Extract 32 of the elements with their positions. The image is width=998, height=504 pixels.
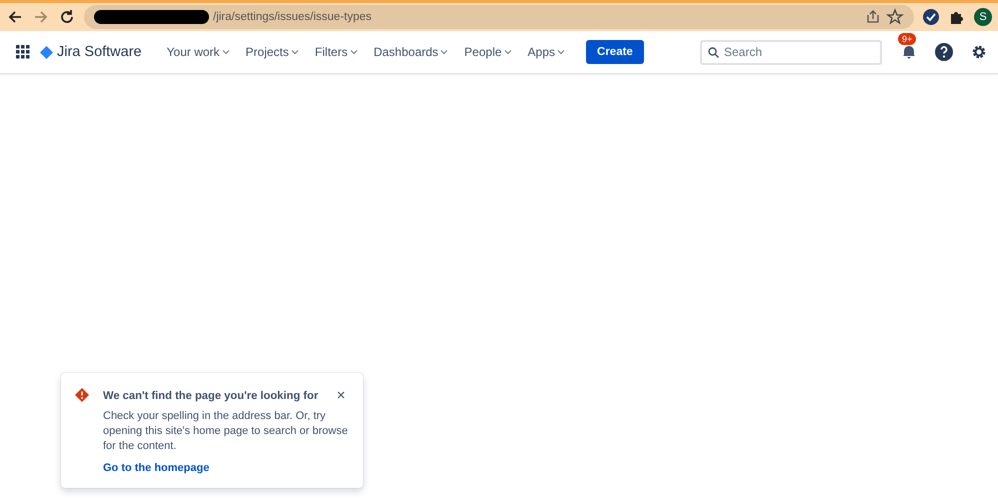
homepage-link[interactable]: Go to the homepage — [103, 462, 210, 474]
nav-menu[interactable]: People — [459, 41, 517, 63]
chevron-down-icon — [557, 48, 566, 56]
url-text: /jira/settings/issues/issue-types — [213, 11, 372, 23]
nav-menu[interactable]: Apps — [522, 41, 570, 63]
check-extension-icon[interactable] — [922, 8, 940, 26]
reload-icon[interactable] — [58, 8, 76, 26]
app-switcher-icon[interactable] — [16, 45, 30, 59]
profile-avatar[interactable]: S — [974, 8, 992, 26]
settings-icon[interactable] — [970, 43, 988, 61]
chevron-down-icon — [290, 48, 299, 56]
nav-menu[interactable]: Your work — [162, 41, 235, 63]
search-field[interactable]: Search — [700, 40, 882, 64]
notification-icon[interactable] — [901, 44, 917, 60]
flag-message: Check your spelling in the address bar. Or, try opening this site's home page to search or browse for the content. — [103, 409, 349, 454]
chevron-down-icon — [440, 48, 448, 56]
chevron-down-icon — [222, 48, 230, 56]
close-button[interactable]: × — [333, 388, 349, 403]
nav-menu[interactable]: Filters — [310, 41, 363, 63]
star-icon[interactable] — [886, 8, 904, 26]
chevron-down-icon — [504, 48, 512, 56]
nav-menu[interactable]: Projects — [240, 41, 304, 63]
nav-menu[interactable]: Dashboards — [368, 41, 454, 63]
address-bar[interactable]: /jira/settings/issues/issue-types — [84, 5, 914, 29]
flag-title: We can't find the page you're looking for — [103, 390, 320, 402]
error-icon — [75, 388, 89, 402]
product-name[interactable]: Jira Software — [57, 44, 142, 60]
help-icon[interactable] — [934, 42, 954, 62]
notification-badge: 9+ — [898, 33, 916, 45]
create-button[interactable]: Create — [586, 40, 644, 64]
diamond-logo-icon — [40, 46, 53, 58]
chevron-down-icon — [350, 48, 358, 56]
